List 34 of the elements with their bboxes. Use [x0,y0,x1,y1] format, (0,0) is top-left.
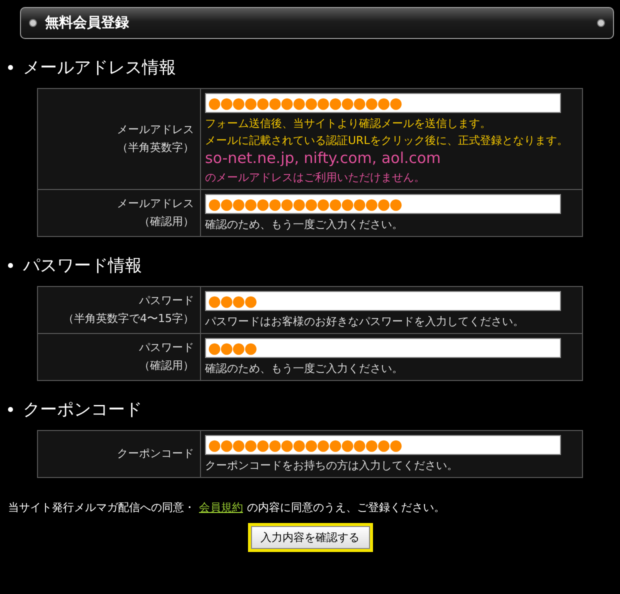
field-label: パスワード [138,340,194,356]
field-label: クーポンコード [116,446,194,462]
field-label: メールアドレス [116,196,194,212]
input-field[interactable]: ●●●●●●●●●●●●●●●● [205,194,561,214]
input-field[interactable]: ●●●●●●●●●●●●●●●● [205,93,561,113]
field-sublabel: （確認用） [138,358,194,374]
hint-text: パスワードはお客様のお好きなパスワードを入力してください。 [205,314,525,330]
bullet-icon [8,65,13,70]
screw-icon [597,19,605,27]
hint-text: 確認のため、もう一度ご入力ください。 [205,216,404,233]
window-title: 無料会員登録 [45,14,130,32]
section-heading: パスワード情報 [23,254,142,277]
field-sublabel: （半角英数字） [116,140,194,156]
field-label: パスワード [138,293,194,310]
field-sublabel: （半角英数字で4〜15字） [62,310,194,327]
hint-text: フォーム送信後、当サイトより確認メールを送信します。 [205,116,492,132]
hint-text: 確認のため、もう一度ご入力ください。 [205,360,404,377]
screw-icon [29,19,37,27]
confirm-button[interactable]: 入力内容を確認する [248,522,372,552]
hint-text: so-net.ne.jp, nifty.com, aol.com [205,149,442,169]
bullet-icon [8,406,13,412]
hint-text: メールに記載されている認証URLをクリック後に、正式登録となります。 [205,133,569,150]
field-label: メールアドレス [116,122,194,138]
bullet-icon [8,262,13,268]
field-sublabel: （確認用） [138,214,194,230]
input-field[interactable]: ●●●●●●●●●●●●●●●● [205,434,561,455]
terms-link[interactable]: 会員規約 [195,500,247,514]
input-field[interactable]: ●●●● [205,290,561,311]
section-heading: クーポンコード [23,398,142,421]
agreement-text: 当サイト発行メルマガ配信への同意・ 会員規約 の内容に同意のうえ、ご登録ください。 [8,500,446,515]
input-field[interactable]: ●●●● [205,338,561,358]
hint-text: クーポンコードをお持ちの方は入力してください。 [205,458,459,474]
hint-text: のメールアドレスはご利用いただけません。 [205,170,426,186]
section-heading: メールアドレス情報 [23,57,176,79]
